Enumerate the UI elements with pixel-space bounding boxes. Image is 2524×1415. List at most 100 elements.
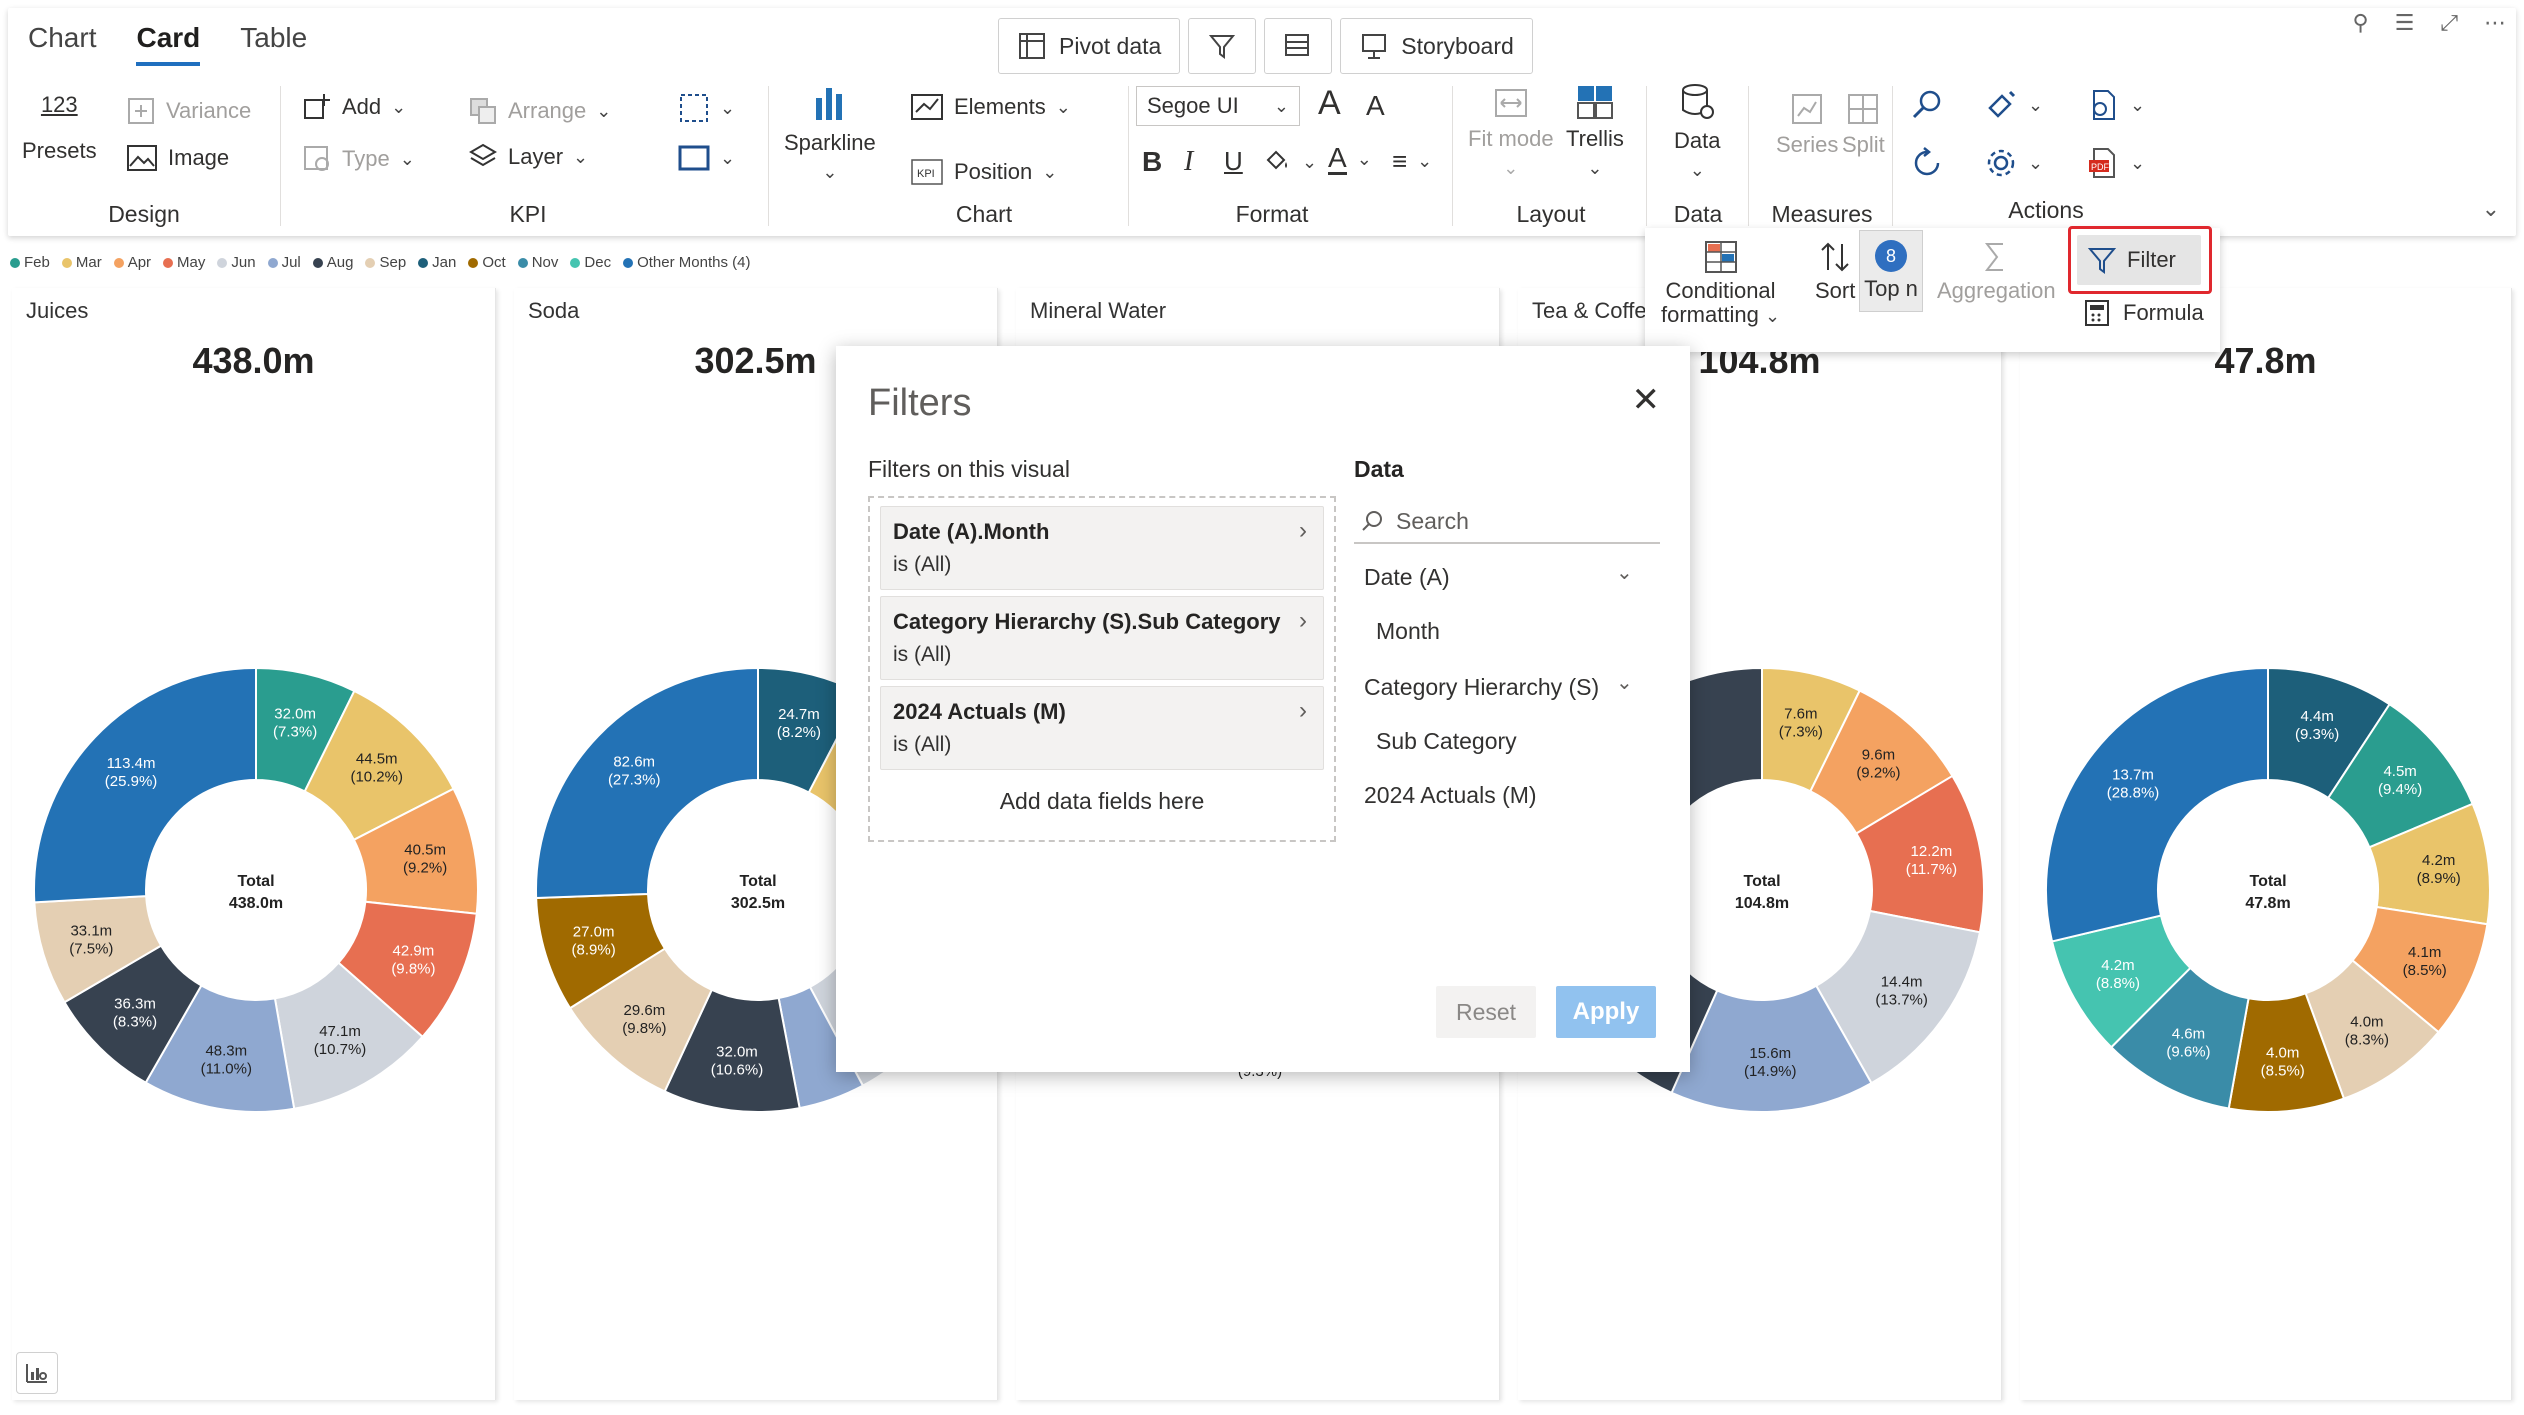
tab-card[interactable]: Card	[136, 22, 201, 66]
slice-value-label: 4.0m	[2350, 1014, 2383, 1031]
pdf-export-button[interactable]: PDF ⌄	[2086, 146, 2145, 180]
zoom-button[interactable]	[1910, 88, 1944, 122]
top-n-button[interactable]: 8 Top n	[1859, 230, 1923, 312]
search-input[interactable]: Search	[1354, 500, 1660, 544]
variance-button[interactable]: Variance	[126, 96, 251, 126]
legend-item[interactable]: Aug	[312, 254, 353, 271]
tab-table[interactable]: Table	[240, 22, 307, 66]
legend-item[interactable]: Other Months (4)	[623, 254, 750, 271]
filter-card-actuals[interactable]: 2024 Actuals (M) is (All) ›	[880, 686, 1324, 770]
card-juices[interactable]: Juices 438.0m 32.0m (7.3%) 44.5m (10.2%) 40.…	[12, 288, 496, 1400]
card-fifth[interactable]: 47.8m 4.4m (9.3%) 4.5m (9.4%) 4.2m (8.9%) 4.1m…	[2020, 288, 2512, 1400]
slice-percent-label: (14.9%)	[1744, 1063, 1797, 1080]
add-button[interactable]: Add ⌄	[302, 92, 406, 122]
legend-item[interactable]: Jan	[418, 254, 456, 271]
reset-button[interactable]: Reset	[1436, 986, 1536, 1038]
filter-icon[interactable]: ☰	[2395, 10, 2415, 36]
chevron-right-icon[interactable]: ›	[1299, 607, 1307, 635]
sparkline-icon	[815, 88, 842, 120]
donut-chart[interactable]: 32.0m(7.3%)44.5m(10.2%)40.5m(9.2%)42.9m(…	[12, 288, 496, 1400]
presets-button[interactable]: 123 Presets	[22, 92, 97, 164]
layer-button[interactable]: Layer ⌄	[468, 142, 588, 172]
data-item-actuals[interactable]: 2024 Actuals (M)	[1364, 782, 1537, 809]
font-color-button[interactable]: A ⌄	[1328, 144, 1372, 175]
split-button[interactable]: Split	[1842, 92, 1885, 158]
arrange-button[interactable]: Arrange ⌄	[468, 96, 611, 126]
image-button[interactable]: Image	[126, 144, 229, 172]
filter-card-month[interactable]: Date (A).Month is (All) ›	[880, 506, 1324, 590]
expand-icon[interactable]: ⤢	[2440, 10, 2458, 36]
align-button[interactable]: ≡ ⌄	[1392, 146, 1432, 177]
pivot-data-button[interactable]: Pivot data	[998, 18, 1181, 74]
aggregation-button[interactable]: Aggregation	[1937, 240, 2056, 304]
underline-button[interactable]: U	[1224, 146, 1243, 177]
collapse-ribbon-icon[interactable]: ⌄	[2482, 196, 2500, 222]
filter-top-button[interactable]	[1188, 18, 1257, 74]
data-heading: Data	[1354, 456, 1404, 482]
slice-value-label: 40.5m	[404, 842, 446, 859]
type-button[interactable]: Type ⌄	[302, 144, 415, 174]
position-button[interactable]: KPI Position ⌄	[910, 158, 1057, 186]
paint-button[interactable]: ⌄	[1984, 88, 2043, 122]
series-button[interactable]: Series	[1776, 92, 1838, 158]
legend-item[interactable]: Jul	[267, 254, 301, 271]
chevron-right-icon[interactable]: ›	[1299, 517, 1307, 545]
legend-item[interactable]: Mar	[61, 254, 102, 271]
storyboard-button[interactable]: Storyboard	[1340, 18, 1533, 74]
tab-chart[interactable]: Chart	[28, 22, 96, 66]
data-item-month[interactable]: Month	[1376, 618, 1440, 645]
align-icon: ≡	[1392, 146, 1408, 176]
data-item-sub-category[interactable]: Sub Category	[1376, 728, 1517, 755]
legend-label: Jul	[281, 254, 301, 271]
filters-drop-zone[interactable]: Date (A).Month is (All) › Category Hiera…	[868, 496, 1336, 842]
elements-button[interactable]: Elements ⌄	[910, 92, 1071, 122]
data-item-date[interactable]: Date (A)	[1364, 564, 1450, 591]
edit-table-button[interactable]	[1264, 18, 1333, 74]
donut-slice[interactable]	[2045, 666, 2269, 943]
series-icon	[1792, 94, 1823, 124]
sort-button[interactable]: Sort	[1815, 240, 1855, 304]
sparkline-label: Sparkline	[784, 130, 876, 155]
shape-button[interactable]: ⌄	[678, 144, 735, 172]
legend-item[interactable]: Nov	[517, 254, 558, 271]
donut-chart[interactable]: 4.4m(9.3%)4.5m(9.4%)4.2m(8.9%)4.1m(8.5%)…	[2020, 288, 2512, 1400]
font-shrink-button[interactable]: A	[1366, 90, 1385, 122]
legend-item[interactable]: May	[163, 254, 205, 271]
legend-item[interactable]: Apr	[113, 254, 151, 271]
legend-dot-icon	[113, 257, 124, 268]
legend-item[interactable]: Oct	[468, 254, 506, 271]
pivot-data-label: Pivot data	[1059, 32, 1162, 59]
italic-button[interactable]: I	[1184, 146, 1193, 178]
fill-color-button[interactable]: ⌄	[1262, 148, 1317, 176]
font-select[interactable]: Segoe UI ⌄	[1136, 86, 1300, 126]
close-icon[interactable]: ✕	[1632, 380, 1661, 420]
font-grow-button[interactable]: A	[1318, 84, 1341, 123]
chart-settings-button[interactable]	[16, 1352, 58, 1394]
more-icon[interactable]: ⋯	[2484, 10, 2506, 36]
type-label: Type	[342, 146, 390, 171]
bold-button[interactable]: B	[1142, 146, 1162, 178]
formula-button[interactable]: Formula	[2083, 298, 2204, 328]
trellis-button[interactable]: Trellis ⌄	[1566, 84, 1624, 179]
legend-item[interactable]: Jun	[217, 254, 256, 271]
pin-icon[interactable]: ⚲	[2353, 10, 2369, 36]
apply-button[interactable]: Apply	[1556, 986, 1656, 1038]
fit-mode-button[interactable]: Fit mode ⌄	[1468, 86, 1554, 179]
select-border-button[interactable]: ⌄	[678, 92, 735, 124]
chevron-down-icon[interactable]: ⌄	[1616, 670, 1633, 695]
refresh-button[interactable]	[1910, 146, 1944, 180]
legend-item[interactable]: Dec	[570, 254, 611, 271]
kpi-position-icon: KPI	[911, 159, 943, 185]
data-button[interactable]: Data ⌄	[1674, 82, 1720, 181]
filter-card-sub-category[interactable]: Category Hierarchy (S).Sub Category is (…	[880, 596, 1324, 680]
layout-group: Fit mode ⌄ Trellis ⌄ Layout	[1456, 82, 1646, 232]
legend-item[interactable]: Feb	[10, 254, 50, 271]
legend-item[interactable]: Sep	[365, 254, 406, 271]
conditional-formatting-button[interactable]: Conditional formatting ⌄	[1661, 240, 1780, 328]
data-item-category-hierarchy[interactable]: Category Hierarchy (S)	[1364, 674, 1599, 701]
chevron-right-icon[interactable]: ›	[1299, 697, 1307, 725]
sparkline-button[interactable]: Sparkline ⌄	[784, 84, 876, 183]
export-settings-button[interactable]: ⌄	[2086, 88, 2145, 122]
settings-button[interactable]: ⌄	[1984, 146, 2043, 180]
chevron-down-icon[interactable]: ⌄	[1616, 560, 1633, 585]
